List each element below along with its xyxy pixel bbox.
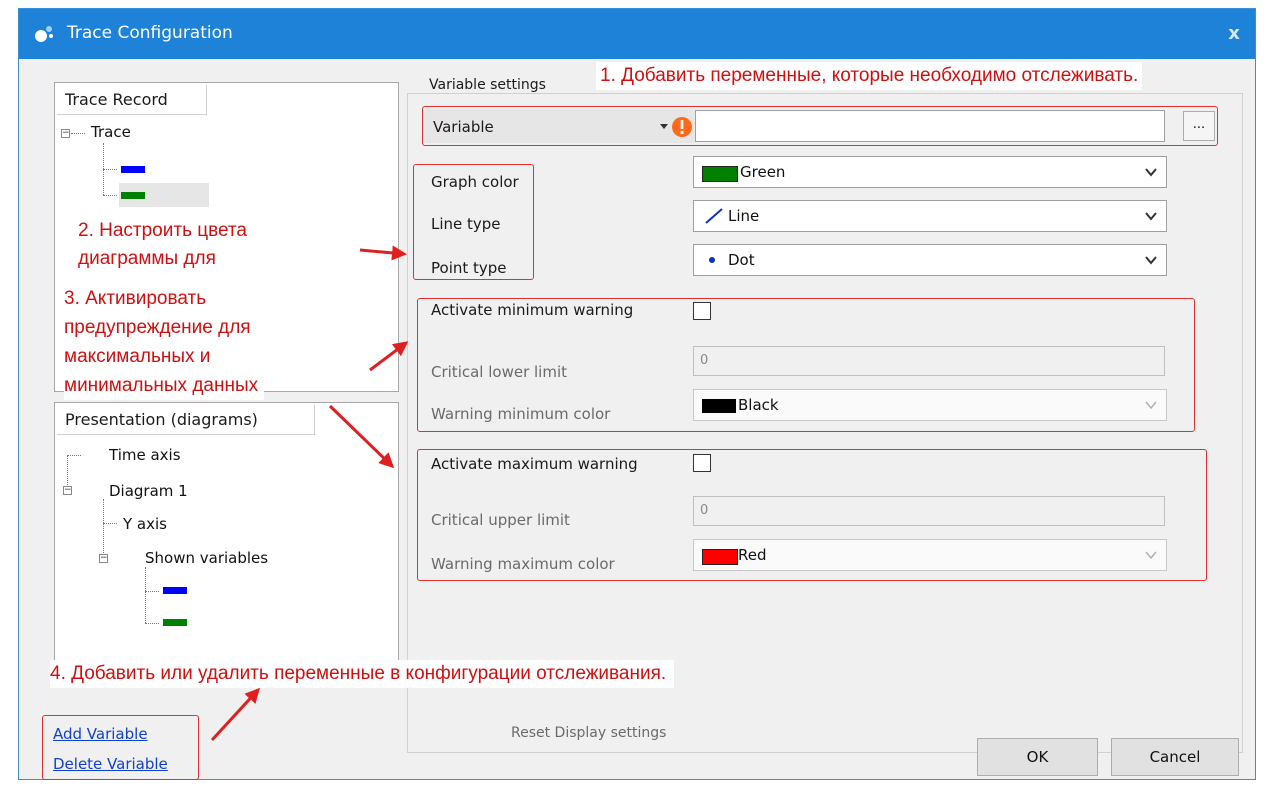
annotation-3-line1: 3. Активировать — [64, 285, 213, 313]
annotation-3-line4: минимальных данных — [64, 372, 265, 400]
annotation-2-line1: 2. Настроить цвета — [78, 217, 247, 245]
annotation-1: 1. Добавить переменные, которые необходи… — [596, 62, 1143, 90]
annotation-3-line2: предупреждение для — [64, 314, 251, 342]
annotation-4: 4. Добавить или удалить переменные в кон… — [50, 660, 675, 688]
annotation-2-line2: диаграммы для — [78, 245, 216, 273]
annotation-3-line3: максимальных и — [64, 343, 211, 371]
